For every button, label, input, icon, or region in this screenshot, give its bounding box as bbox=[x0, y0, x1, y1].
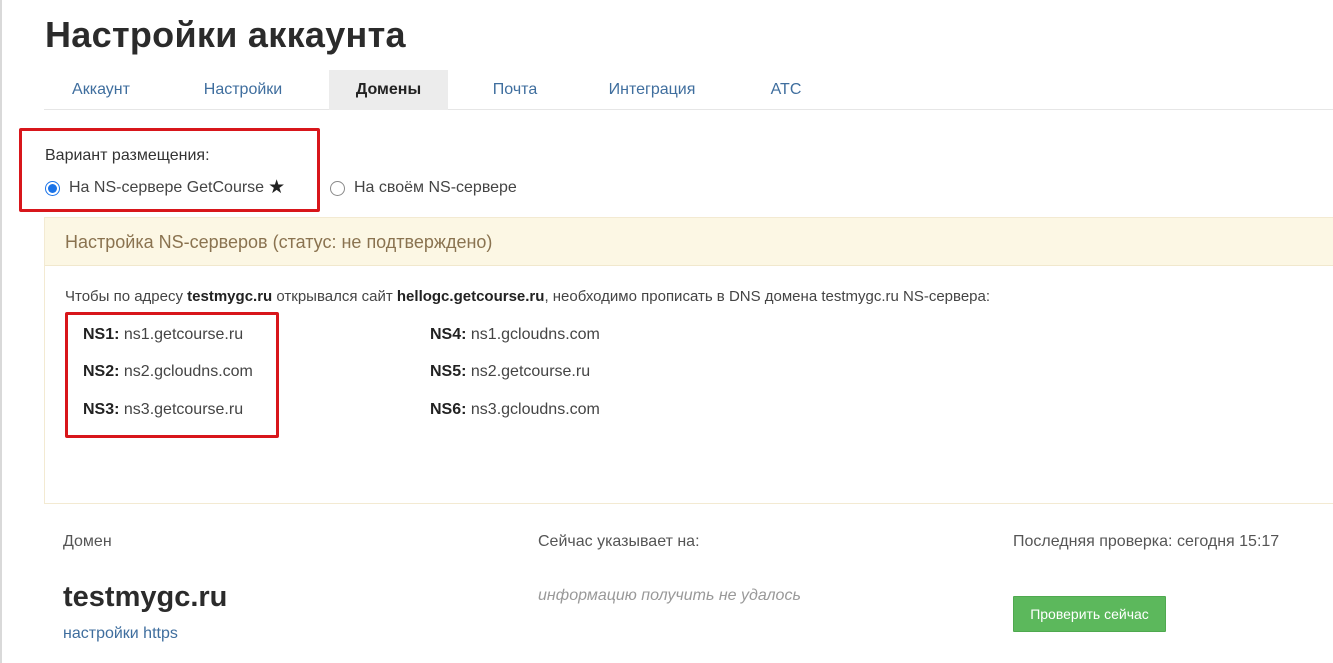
pointing-value: информацию получить не удалось bbox=[538, 587, 801, 604]
star-icon: ★ bbox=[268, 177, 286, 198]
radio-getcourse-ns-label: На NS-сервере GetCourse bbox=[69, 179, 265, 196]
tab-ats[interactable]: АТС bbox=[736, 70, 836, 110]
ns-server-3: NS3: ns3.getcourse.ru bbox=[83, 401, 244, 418]
tab-domains[interactable]: Домены bbox=[329, 70, 448, 110]
placement-highlight-box bbox=[19, 128, 320, 212]
tab-settings[interactable]: Настройки bbox=[172, 70, 314, 110]
left-border bbox=[0, 0, 2, 663]
ns-setup-header: Настройка NS-серверов (статус: не подтве… bbox=[45, 218, 1333, 266]
tab-mail[interactable]: Почта bbox=[462, 70, 568, 110]
ns-server-1: NS1: ns1.getcourse.ru bbox=[83, 326, 244, 343]
ns-server-2: NS2: ns2.gcloudns.com bbox=[83, 363, 253, 380]
ns-info-text: Чтобы по адресу testmygc.ru открывался с… bbox=[65, 288, 991, 305]
radio-getcourse-ns[interactable]: На NS-сервере GetCourse ★ bbox=[45, 177, 286, 198]
tab-account[interactable]: Аккаунт bbox=[44, 70, 158, 110]
page-title: Настройки аккаунта bbox=[45, 14, 406, 55]
radio-own-ns-label: На своём NS-сервере bbox=[354, 179, 517, 196]
placement-label: Вариант размещения: bbox=[45, 147, 210, 164]
tab-bar: Аккаунт Настройки Домены Почта Интеграци… bbox=[44, 70, 1333, 110]
ns-server-5: NS5: ns2.getcourse.ru bbox=[430, 363, 591, 380]
ns-info-domain: testmygc.ru bbox=[187, 288, 273, 305]
column-header-domain: Домен bbox=[63, 533, 112, 550]
domain-name: testmygc.ru bbox=[63, 581, 228, 613]
last-check-label: Последняя проверка: сегодня 15:17 bbox=[1013, 533, 1280, 550]
check-now-button[interactable]: Проверить сейчас bbox=[1013, 596, 1166, 632]
radio-getcourse-ns-control[interactable] bbox=[45, 180, 60, 196]
radio-own-ns-control[interactable] bbox=[330, 180, 345, 196]
https-settings-link[interactable]: настройки https bbox=[63, 625, 178, 643]
radio-own-ns[interactable]: На своём NS-сервере bbox=[330, 179, 517, 197]
ns-info-site: hellogc.getcourse.ru bbox=[396, 288, 545, 305]
tab-integration[interactable]: Интеграция bbox=[582, 70, 722, 110]
column-header-pointing: Сейчас указывает на: bbox=[538, 533, 700, 550]
ns-server-6: NS6: ns3.gcloudns.com bbox=[430, 401, 600, 418]
ns-server-4: NS4: ns1.gcloudns.com bbox=[430, 326, 600, 343]
